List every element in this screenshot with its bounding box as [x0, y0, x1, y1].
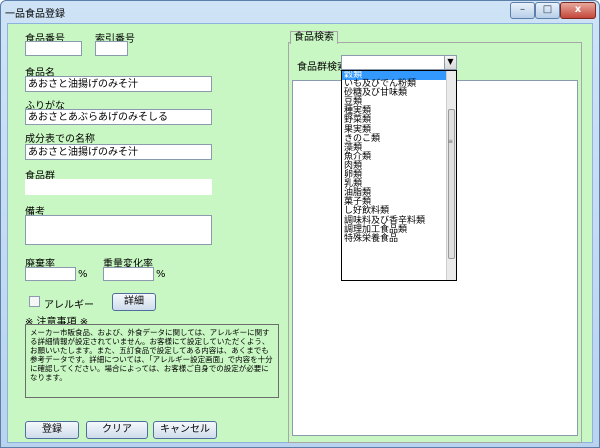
tab-food-search[interactable]: 食品検索 [290, 31, 338, 44]
weight-change-input[interactable] [103, 267, 154, 281]
component-name-label: 成分表での名称 [25, 134, 95, 145]
close-button[interactable]: x [560, 2, 596, 19]
remarks-textarea[interactable] [25, 215, 212, 245]
furigana-input[interactable]: あおさとあぶらあげのみそしる [25, 109, 212, 125]
window-title: 一品食品登録 [5, 9, 65, 20]
waste-rate-percent: % [78, 269, 88, 280]
grip-icon: ≡ [448, 138, 454, 145]
component-name-input[interactable]: あおさと油揚げのみそ汁 [25, 144, 212, 160]
notes-box: メーカー市販食品、および、外食データに関しては、アレルギーに関する詳細情報が設定… [25, 324, 279, 398]
food-name-input[interactable]: あおさと油揚げのみそ汁 [25, 76, 212, 92]
group-search-label: 食品群検索 [297, 62, 347, 73]
maximize-button[interactable]: □ [535, 2, 560, 19]
app-window: 一品食品登録 – □ x 食品番号 索引番号 食品名 あおさと油揚げのみそ汁 ふ… [0, 0, 600, 448]
register-button[interactable]: 登録 [25, 421, 79, 439]
dropdown-scrollbar[interactable]: ≡ [446, 71, 456, 280]
title-bar: 一品食品登録 – □ x [1, 1, 599, 23]
food-group-combobox[interactable]: ▼ [341, 55, 457, 70]
food-number-input[interactable] [25, 41, 82, 56]
clear-button[interactable]: クリア [86, 421, 148, 439]
index-number-input[interactable] [95, 41, 128, 56]
chevron-down-icon[interactable]: ▼ [444, 56, 456, 69]
minimize-button[interactable]: – [510, 2, 535, 19]
allergy-checkbox[interactable] [29, 296, 40, 307]
scrollbar-thumb[interactable] [448, 109, 455, 259]
allergy-label: アレルギー [44, 300, 94, 311]
dropdown-list: 穀類 いも及びでん粉類 砂糖及び甘味類 豆類 種実類 野菜類 果実類 きのこ類 藻類 魚介類 肉類卵… [342, 71, 456, 244]
food-group-dropdown[interactable]: 穀類 いも及びでん粉類 砂糖及び甘味類 豆類 種実類 野菜類 果実類 きのこ類 藻類 魚介類 肉類卵… [341, 70, 457, 281]
weight-change-percent: % [156, 269, 166, 280]
client-area: 食品番号 索引番号 食品名 あおさと油揚げのみそ汁 ふりがな あおさとあぶらあげ… [7, 23, 593, 443]
dropdown-option[interactable]: 特殊栄養食品 [342, 234, 456, 244]
food-group-input[interactable] [25, 179, 212, 195]
cancel-button[interactable]: キャンセル [153, 421, 217, 439]
waste-rate-input[interactable] [25, 267, 76, 281]
detail-button[interactable]: 詳細 [112, 293, 156, 311]
